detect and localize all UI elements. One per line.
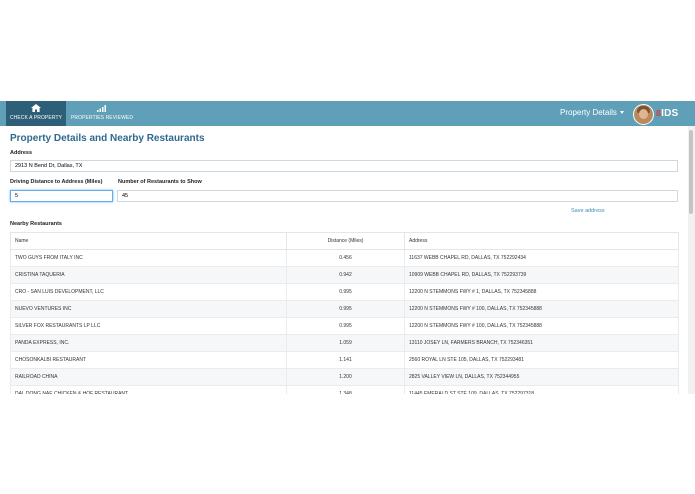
address-input[interactable]	[15, 161, 673, 171]
menu-label: Property Details	[560, 108, 617, 117]
restaurant-name-cell: RAILROAD CHINA	[10, 368, 287, 386]
distance-cell: 1.141	[286, 351, 405, 369]
distance-cell: 0.942	[286, 266, 405, 284]
scrollbar-thumb[interactable]	[689, 130, 693, 214]
tab-label: PROPERTIES REVIEWED	[70, 115, 134, 121]
address-cell: 2560 ROYAL LN STE 105, DALLAS, TX 752293…	[404, 351, 679, 369]
tab-label: CHECK A PROPERTY	[9, 115, 63, 121]
address-label: Address	[10, 150, 33, 156]
avatar-face	[639, 109, 648, 119]
column-header-name[interactable]: Name	[10, 232, 287, 250]
logo-text: IDS	[661, 108, 679, 119]
count-input[interactable]	[122, 191, 673, 201]
distance-label: Driving Distance to Address (Miles)	[10, 179, 103, 185]
table-row[interactable]: CRISTINA TAQUERIA 0.942 10909 WEBB CHAPEL …	[10, 266, 679, 284]
address-cell: 12200 N STEMMONS FWY # 100, DALLAS, TX 7…	[404, 300, 679, 318]
restaurant-name-cell: DAL DONG NAE CHICKEN & HOF RESTAURANT	[10, 385, 287, 394]
address-cell: 2825 VALLEY VIEW LN, DALLAS, TX 75234495…	[404, 368, 679, 386]
distance-cell: 0.456	[286, 249, 405, 267]
table-row[interactable]: CRO - SAN LUIS DEVELOPMENT, LLC 0.995 1220…	[10, 283, 679, 301]
restaurant-name-cell: CRO - SAN LUIS DEVELOPMENT, LLC	[10, 283, 287, 301]
distance-input[interactable]	[15, 191, 108, 201]
restaurant-name-cell: PANDA EXPRESS, INC.	[10, 334, 287, 352]
table-row[interactable]: RAILROAD CHINA 1.200 2825 VALLEY VIEW LN, …	[10, 368, 679, 386]
section-label: Nearby Restaurants	[10, 221, 62, 227]
restaurant-name-cell: SILVER FOX RESTAURANTS LP LLC	[10, 317, 287, 335]
column-header-distance[interactable]: Distance (Miles)	[286, 232, 405, 250]
address-field[interactable]	[10, 160, 678, 172]
tab-check-a-property[interactable]: CHECK A PROPERTY	[6, 101, 66, 126]
distance-cell: 1.200	[286, 368, 405, 386]
address-cell: 11637 WEBB CHAPEL RD, DALLAS, TX 7522924…	[404, 249, 679, 267]
table-row[interactable]: PANDA EXPRESS, INC. 1.059 13110 JOSEY LN, …	[10, 334, 679, 352]
top-navbar: CHECK A PROPERTY PROPERTIES REVIEWED Pro…	[0, 101, 695, 126]
main-content: Property Details and Nearby Restaurants …	[0, 126, 688, 394]
restaurant-name-cell: CRISTINA TAQUERIA	[10, 266, 287, 284]
restaurant-name-cell: CHOSONKALBI RESTAURANT	[10, 351, 287, 369]
table-row[interactable]: CHOSONKALBI RESTAURANT 1.141 2560 ROYAL LN…	[10, 351, 679, 369]
address-cell: 12200 N STEMMONS FWY # 100, DALLAS, TX 7…	[404, 317, 679, 335]
table-row[interactable]: TWO GUYS FROM ITALY INC 0.456 11637 WEBB C…	[10, 249, 679, 267]
save-address-link[interactable]: Save address	[571, 208, 605, 214]
scrollbar[interactable]	[688, 126, 695, 394]
distance-cell: 0.995	[286, 317, 405, 335]
property-details-menu[interactable]: Property Details	[560, 108, 624, 117]
address-cell: 10909 WEBB CHAPEL RD, DALLAS, TX 7522937…	[404, 266, 679, 284]
page-title: Property Details and Nearby Restaurants	[10, 133, 205, 144]
count-label: Number of Restaurants to Show	[118, 179, 202, 185]
distance-cell: 1.348	[286, 385, 405, 394]
distance-field[interactable]	[10, 190, 113, 202]
chevron-down-icon	[619, 111, 624, 115]
distance-cell: 0.995	[286, 283, 405, 301]
address-cell: 12200 N STEMMONS FWY # 1, DALLAS, TX 752…	[404, 283, 679, 301]
restaurants-table: Name Distance (Miles) Address TWO GUYS F…	[10, 232, 679, 394]
avatar[interactable]	[633, 104, 654, 125]
distance-cell: 0.995	[286, 300, 405, 318]
address-cell: 13110 JOSEY LN, FARMERS BRANCH, TX 75234…	[404, 334, 679, 352]
home-icon	[31, 104, 41, 112]
table-row[interactable]: DAL DONG NAE CHICKEN & HOF RESTAURANT 1.3…	[10, 385, 679, 394]
app-window: CHECK A PROPERTY PROPERTIES REVIEWED Pro…	[0, 101, 695, 394]
distance-cell: 1.059	[286, 334, 405, 352]
table-header-row: Name Distance (Miles) Address	[10, 232, 679, 250]
restaurant-name-cell: TWO GUYS FROM ITALY INC	[10, 249, 287, 267]
company-logo: ßIDS	[656, 108, 690, 120]
table-row[interactable]: SILVER FOX RESTAURANTS LP LLC 0.995 12200 …	[10, 317, 679, 335]
table-row[interactable]: NUEVO VENTURES INC 0.995 12200 N STEMMONS …	[10, 300, 679, 318]
restaurant-name-cell: NUEVO VENTURES INC	[10, 300, 287, 318]
table-body: TWO GUYS FROM ITALY INC 0.456 11637 WEBB C…	[10, 249, 679, 394]
address-cell: 11445 EMERALD ST STE 109, DALLAS, TX 752…	[404, 385, 679, 394]
column-header-address[interactable]: Address	[404, 232, 679, 250]
bar-chart-icon	[97, 105, 106, 112]
count-field[interactable]	[117, 190, 678, 202]
tab-properties-reviewed[interactable]: PROPERTIES REVIEWED	[70, 101, 134, 126]
